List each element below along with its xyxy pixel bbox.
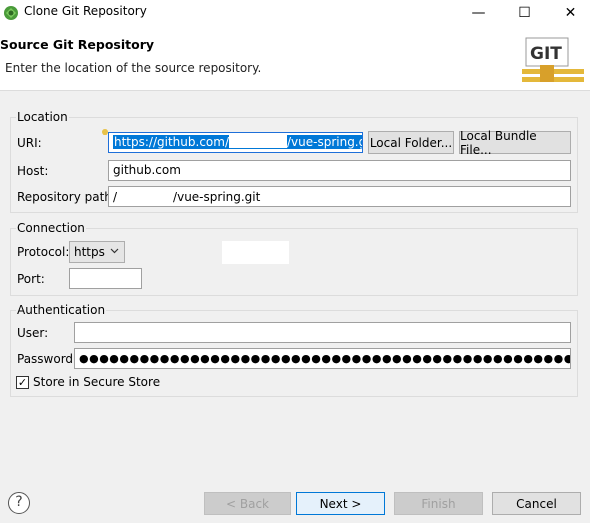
git-logo-text: GIT <box>530 44 562 64</box>
host-label: Host: <box>17 164 49 178</box>
protocol-value: https <box>74 245 105 259</box>
password-label: Password: <box>17 352 78 366</box>
minimize-button[interactable]: — <box>456 0 501 26</box>
close-icon: ✕ <box>564 5 577 21</box>
chevron-down-icon <box>110 248 119 254</box>
window-title: Clone Git Repository <box>24 4 147 18</box>
uri-input[interactable]: https://github.com/ /vue-spring.git <box>108 132 363 153</box>
store-secure-label: Store in Secure Store <box>33 375 161 389</box>
maximize-button[interactable]: ☐ <box>502 0 547 26</box>
user-input[interactable] <box>74 322 571 343</box>
location-group-title: Location <box>16 110 69 124</box>
user-label: User: <box>17 326 49 340</box>
repository-path-input[interactable]: //vue-spring.git <box>108 186 571 207</box>
local-folder-button[interactable]: Local Folder... <box>368 131 454 154</box>
protocol-select[interactable]: https <box>69 241 125 263</box>
port-input[interactable] <box>69 268 142 289</box>
redacted-area <box>222 241 289 264</box>
protocol-label: Protocol: <box>17 245 70 259</box>
back-button[interactable]: < Back <box>204 492 291 515</box>
minimize-icon: — <box>471 5 486 21</box>
authentication-group-title: Authentication <box>16 303 107 317</box>
repository-path-label: Repository path: <box>17 190 116 204</box>
cancel-button[interactable]: Cancel <box>492 492 581 515</box>
uri-selection: https://github.com/ /vue-spring.git <box>113 135 362 149</box>
repository-path-suffix: /vue-spring.git <box>173 190 261 204</box>
title-bar: Clone Git Repository — ☐ ✕ <box>0 0 590 26</box>
finish-button[interactable]: Finish <box>394 492 483 515</box>
page-title: Source Git Repository <box>0 37 155 52</box>
uri-label: URI: <box>17 136 42 150</box>
local-bundle-file-button[interactable]: Local Bundle File... <box>459 129 571 157</box>
host-input[interactable]: github.com <box>108 160 571 181</box>
connection-group-title: Connection <box>16 221 86 235</box>
help-icon[interactable]: ? <box>8 492 30 514</box>
git-logo-icon: GIT <box>522 37 584 82</box>
eclipse-icon <box>4 6 18 20</box>
password-input[interactable]: ●●●●●●●●●●●●●●●●●●●●●●●●●●●●●●●●●●●●●●●●… <box>74 348 571 369</box>
repository-path-redacted <box>117 189 174 201</box>
uri-redacted <box>228 135 287 148</box>
uri-suffix: /vue-spring.git <box>286 135 362 149</box>
next-button[interactable]: Next > <box>296 492 385 515</box>
store-secure-checkbox[interactable]: ✓ <box>16 376 29 389</box>
maximize-icon: ☐ <box>518 5 531 21</box>
page-description: Enter the location of the source reposit… <box>5 61 262 75</box>
close-button[interactable]: ✕ <box>548 0 590 26</box>
wizard-banner: Source Git Repository Enter the location… <box>0 26 590 91</box>
uri-prefix: https://github.com/ <box>114 135 229 149</box>
port-label: Port: <box>17 272 45 286</box>
